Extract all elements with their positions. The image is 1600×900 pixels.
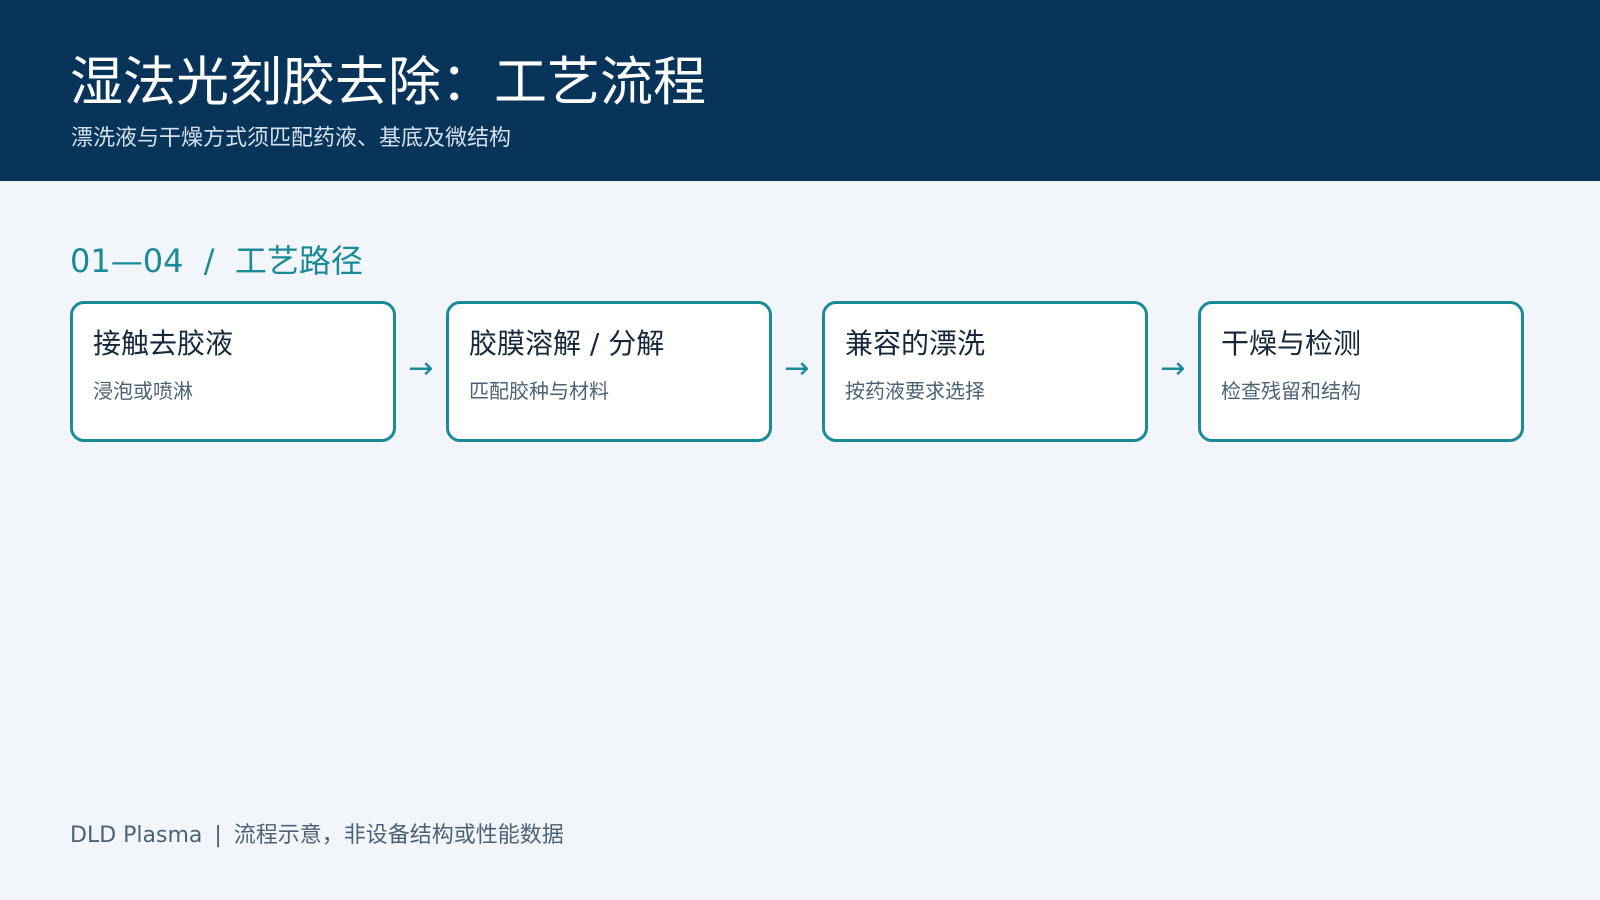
flow-step-subtitle: 浸泡或喷淋 [93,379,193,403]
flow-step-title: 兼容的漂洗 [845,327,986,360]
flow-step-2: 胶膜溶解 / 分解 匹配胶种与材料 [446,301,772,442]
flow-step-4: 干燥与检测 检查残留和结构 [1198,301,1524,442]
flow-step-subtitle: 检查残留和结构 [1221,379,1361,403]
footer-note: DLD Plasma | 流程示意，非设备结构或性能数据 [70,821,564,851]
flow-step-title: 接触去胶液 [93,327,234,360]
flow-step-subtitle: 按药液要求选择 [845,379,985,403]
footer-brand: DLD Plasma [70,823,203,848]
flow-arrow-icon: → [1160,351,1186,386]
flow-step-1: 接触去胶液 浸泡或喷淋 [70,301,396,442]
flow-step-title: 胶膜溶解 / 分解 [469,327,665,360]
section-label: 01—04 / 工艺路径 [70,242,363,280]
header-banner: 湿法光刻胶去除：工艺流程 漂洗液与干燥方式须匹配药液、基底及微结构 [0,0,1600,181]
process-flow: 接触去胶液 浸泡或喷淋 → 胶膜溶解 / 分解 匹配胶种与材料 → 兼容的漂洗 … [70,301,1540,446]
flow-step-subtitle: 匹配胶种与材料 [469,379,609,403]
flow-arrow-icon: → [784,351,810,386]
footer-disclaimer: 流程示意，非设备结构或性能数据 [233,823,564,848]
footer-separator: | [214,823,222,848]
page-subtitle: 漂洗液与干燥方式须匹配药液、基底及微结构 [71,126,512,151]
flow-step-title: 干燥与检测 [1221,327,1362,360]
flow-arrow-icon: → [408,351,434,386]
flow-step-3: 兼容的漂洗 按药液要求选择 [822,301,1148,442]
page-title: 湿法光刻胶去除：工艺流程 [70,52,706,113]
